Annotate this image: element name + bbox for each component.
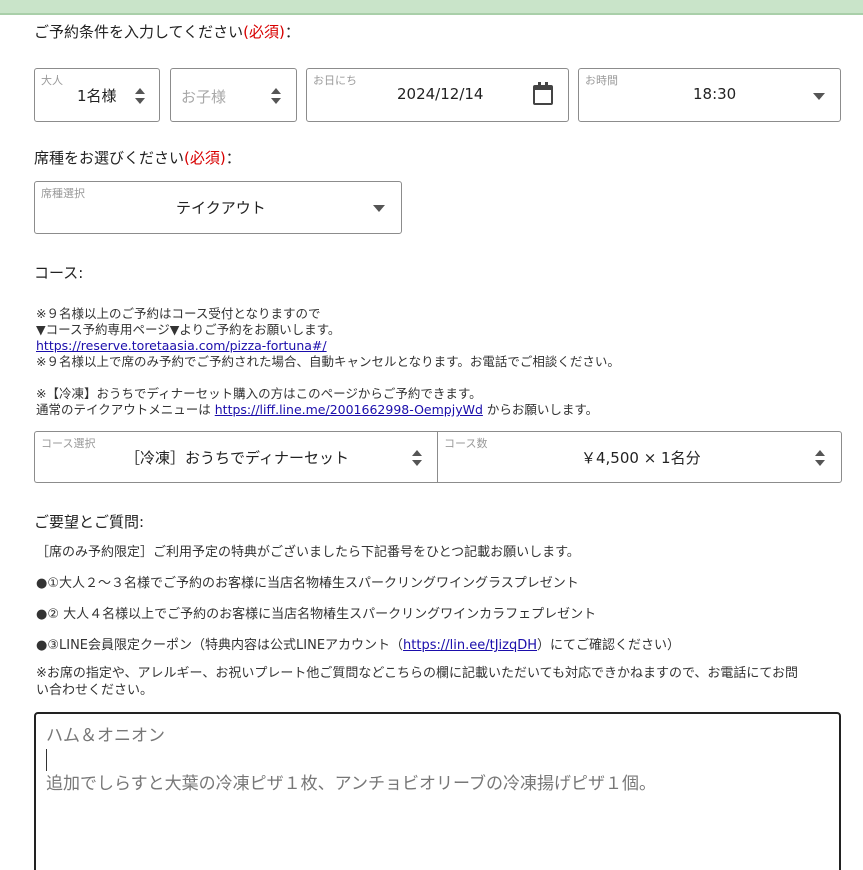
requests-note-line: ●② 大人４名様以上でご予約のお客様に当店名物椿生スパークリングワインカラフェプ…: [36, 607, 597, 622]
course-note-line: ※９名様以上のご予約はコース受付となりますので: [36, 306, 321, 321]
takeout-menu-link[interactable]: https://liff.line.me/2001662998-OempjyWd: [215, 402, 483, 417]
line-account-link[interactable]: https://lin.ee/tJizqDH: [403, 638, 537, 653]
children-placeholder: お子様: [181, 88, 227, 106]
requests-note-text: ※お席の指定や、アレルギー、お祝いプレート他ご質問などこちらの欄に記載いただいて…: [36, 666, 799, 681]
requests-note-text: ）にてご確認ください）: [537, 638, 681, 653]
required-mark: (必須): [243, 23, 285, 41]
time-value: 18:30: [693, 85, 737, 103]
course-note-line: ※【冷凍】おうちでディナーセット購入の方はこのページからご予約できます。: [36, 386, 482, 401]
course-select[interactable]: コース選択 ［冷凍］おうちでディナーセット: [34, 431, 438, 483]
course-count-label: コース数: [444, 437, 488, 450]
conditions-heading: ご予約条件を入力してください(必須)：: [34, 21, 300, 42]
time-label: お時間: [585, 74, 618, 87]
up-down-arrows-icon: [271, 88, 281, 104]
course-select-value: ［冷凍］おうちでディナーセット: [125, 449, 349, 467]
course-select-label: コース選択: [41, 437, 96, 450]
heading-colon: ：: [284, 23, 300, 41]
text-cursor: [46, 749, 47, 771]
requests-note-text: ●③LINE会員限定クーポン（特典内容は公式LINEアカウント（: [36, 638, 404, 653]
requests-note-text: い合わせください。: [36, 683, 154, 698]
adults-select[interactable]: 大人 1名様: [34, 68, 160, 122]
course-note-line: ※９名様以上で席のみ予約でご予約された場合、自動キャンセルとなります。お電話でご…: [36, 354, 620, 369]
heading-colon: ：: [225, 149, 241, 167]
course-note-text: からお願いします。: [486, 402, 599, 417]
requests-note-line: ［席のみ予約限定］ご利用予定の特典がございましたら下記番号をひとつ記載お願いしま…: [36, 545, 580, 560]
requests-heading: ご要望とご質問:: [34, 513, 145, 531]
up-down-arrows-icon: [412, 450, 422, 466]
course-heading: コース:: [34, 264, 84, 282]
textarea-line: 追加でしらすと大葉の冷凍ピザ１枚、アンチョビオリーブの冷凍揚げピザ１個。: [46, 774, 656, 794]
textarea-line: ハム＆オニオン: [46, 726, 165, 746]
top-bar: [0, 0, 863, 15]
conditions-heading-text: ご予約条件を入力してください: [34, 23, 244, 41]
up-down-arrows-icon: [815, 450, 825, 466]
course-notes: ※９名様以上のご予約はコース受付となりますので ▼コース予約専用ページ▼よりご予…: [36, 306, 846, 418]
course-count-value: ￥4,500 × 1名分: [581, 449, 701, 467]
date-picker[interactable]: お日にち 2024/12/14: [306, 68, 569, 122]
seat-value: テイクアウト: [176, 199, 266, 217]
time-select[interactable]: お時間 18:30: [578, 68, 841, 122]
requests-disclaimer: ※お席の指定や、アレルギー、お祝いプレート他ご質問などこちらの欄に記載いただいて…: [36, 665, 836, 699]
date-label: お日にち: [313, 74, 357, 87]
chevron-down-icon: [813, 93, 825, 100]
course-count-select[interactable]: コース数 ￥4,500 × 1名分: [437, 431, 842, 483]
seat-label: 席種選択: [41, 187, 85, 200]
up-down-arrows-icon: [135, 88, 145, 104]
required-mark: (必須): [184, 149, 226, 167]
seat-select[interactable]: 席種選択 テイクアウト: [34, 181, 402, 234]
course-note-line: ▼コース予約専用ページ▼よりご予約をお願いします。: [36, 322, 341, 337]
seat-heading: 席種をお選びください(必須)：: [34, 147, 241, 168]
chevron-down-icon: [373, 205, 385, 212]
requests-note-line: ●③LINE会員限定クーポン（特典内容は公式LINEアカウント（https://…: [36, 634, 680, 653]
calendar-icon[interactable]: [533, 82, 553, 105]
children-select[interactable]: お子様: [170, 68, 297, 122]
adults-value: 1名様: [77, 87, 117, 105]
course-reservation-link[interactable]: https://reserve.toretaasia.com/pizza-for…: [36, 338, 327, 353]
requests-textarea[interactable]: ハム＆オニオン 追加でしらすと大葉の冷凍ピザ１枚、アンチョビオリーブの冷凍揚げピ…: [34, 712, 841, 870]
requests-note-line: ●①大人２～３名様でご予約のお客様に当店名物椿生スパークリングワイングラスプレゼ…: [36, 576, 579, 591]
adults-label: 大人: [41, 74, 63, 87]
course-note-text: 通常のテイクアウトメニューは: [36, 402, 211, 417]
date-value: 2024/12/14: [397, 85, 484, 103]
seat-heading-text: 席種をお選びください: [34, 149, 185, 167]
